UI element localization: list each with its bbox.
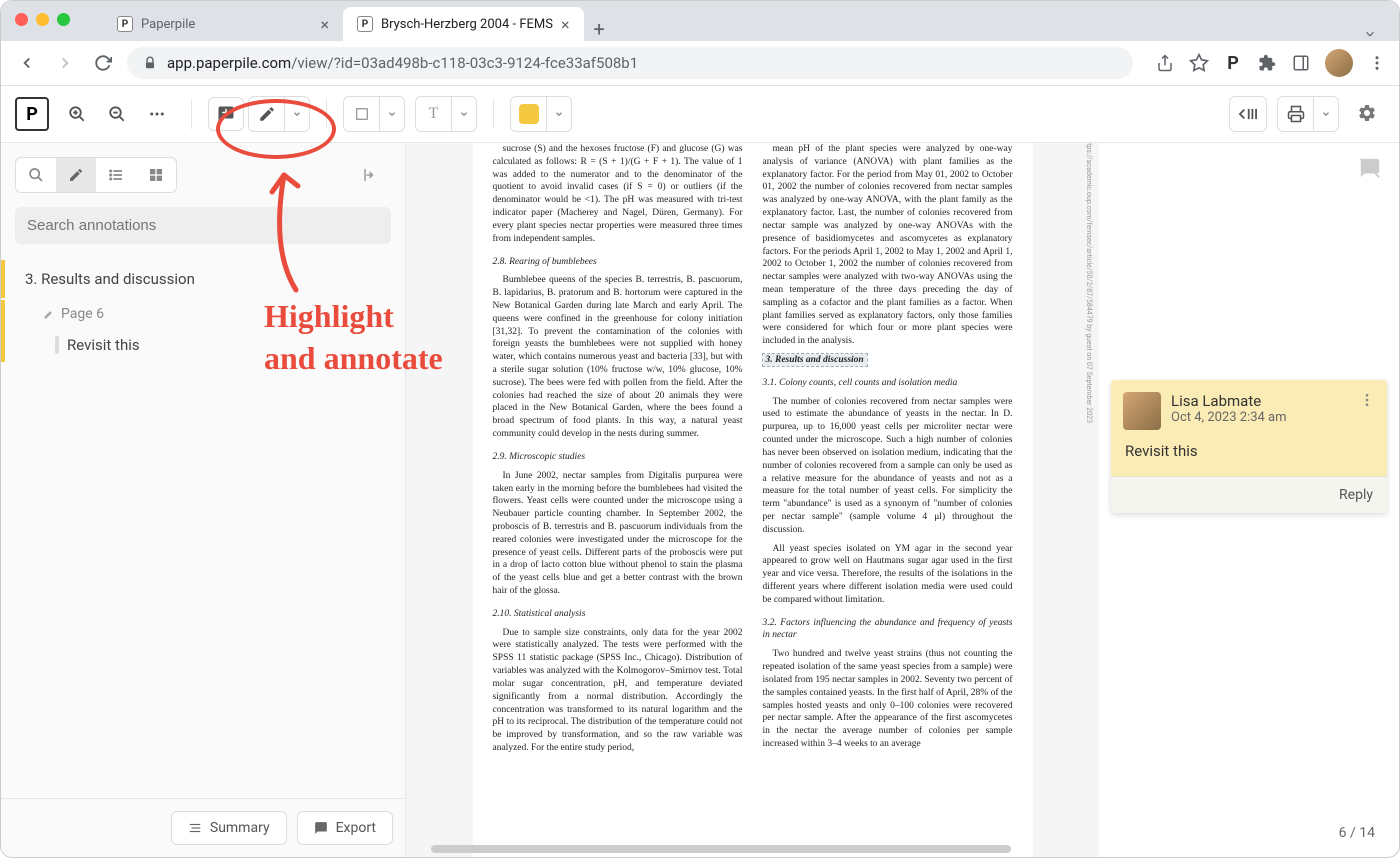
browser-nav-bar: app.paperpile.com/view/?id=03ad498b-c118… [1,41,1399,86]
shape-tool-button[interactable] [344,97,380,131]
annotation-page-label[interactable]: Page 6 [1,300,405,328]
browser-tab-document[interactable]: P Brysch-Herzberg 2004 - FEMS × [343,7,584,41]
comment-panel: Lisa Labmate Oct 4, 2023 2:34 am Revisit… [1099,143,1399,857]
annotation-color-bar [55,336,59,354]
pdf-viewer[interactable]: sucrose (S) and the hexoses fructose (F)… [406,143,1099,857]
browser-tabs-bar: P Paperpile × P Brysch-Herzberg 2004 - F… [1,1,1399,41]
text-tool-button[interactable]: T [416,97,452,131]
tab-title: Paperpile [141,17,195,32]
sidebar-annotations-tab[interactable] [56,158,96,192]
hide-comments-icon[interactable] [1359,157,1381,179]
annotation-item[interactable]: Revisit this [1,328,405,362]
side-panel-icon[interactable] [1291,53,1311,73]
app-logo[interactable]: P [15,97,49,131]
pdf-heading: 2.8. Rearing of bumblebees [493,256,743,269]
tab-favicon: P [357,16,373,32]
pdf-heading: 2.10. Statistical analysis [493,608,743,621]
print-dropdown[interactable] [1314,97,1338,131]
settings-button[interactable] [1349,96,1385,130]
comment-menu-icon[interactable] [1359,392,1375,408]
back-to-library-button[interactable] [1230,97,1266,131]
color-picker-button[interactable] [511,97,547,131]
highlighter-tool-button[interactable] [249,97,285,131]
tab-favicon: P [117,16,133,32]
summary-button[interactable]: Summary [171,811,287,845]
more-options-button[interactable] [139,97,175,131]
bookmark-star-icon[interactable] [1189,53,1209,73]
pdf-text: mean pH of the plant species were analyz… [763,143,1013,348]
pdf-page: sucrose (S) and the hexoses fructose (F)… [473,143,1033,857]
paperpile-extension-icon[interactable]: P [1223,53,1243,73]
annotation-section-header[interactable]: 3. Results and discussion [1,260,405,298]
pdf-heading: 2.9. Microscopic studies [493,451,743,464]
pdf-heading: 3.2. Factors influencing the abundance a… [763,617,1013,643]
sidebar-thumbnails-tab[interactable] [136,158,176,192]
sidebar-collapse-button[interactable] [351,158,391,192]
comment-avatar [1123,392,1161,430]
comment-author: Lisa Labmate [1171,392,1287,410]
horizontal-scrollbar[interactable] [421,845,1089,853]
summary-label: Summary [210,820,270,836]
pdf-heading: 3.1. Colony counts, cell counts and isol… [763,377,1013,390]
window-minimize[interactable] [36,13,49,26]
comment-body: Revisit this [1111,442,1387,476]
window-maximize[interactable] [57,13,70,26]
comment-date: Oct 4, 2023 2:34 am [1171,410,1287,425]
color-dropdown[interactable] [547,97,571,131]
pdf-watermark: Downloaded from https://academic.oup.com… [1085,143,1093,423]
highlighter-dropdown[interactable] [285,97,309,131]
pdf-text: Due to sample size constraints, only dat… [493,627,743,755]
url-bar[interactable]: app.paperpile.com/view/?id=03ad498b-c118… [127,47,1133,79]
print-button[interactable] [1278,97,1314,131]
pdf-text: In June 2002, nectar samples from Digita… [493,470,743,598]
pdf-text: Two hundred and twelve yeast strains (th… [763,648,1013,751]
page-label-text: Page 6 [61,306,104,322]
shape-dropdown[interactable] [380,97,404,131]
new-tab-button[interactable]: + [584,17,615,41]
browser-menu-icon[interactable] [1367,53,1387,73]
url-text: app.paperpile.com/view/?id=03ad498b-c118… [167,54,638,72]
text-dropdown[interactable] [452,97,476,131]
pdf-text: sucrose (S) and the hexoses fructose (F)… [493,143,743,246]
comment-card[interactable]: Lisa Labmate Oct 4, 2023 2:34 am Revisit… [1111,380,1387,513]
page-counter: 6 / 14 [1339,825,1375,841]
nav-forward-button[interactable] [51,49,79,77]
profile-avatar[interactable] [1325,49,1353,77]
annotation-item-text: Revisit this [67,336,140,354]
annotations-sidebar: 3. Results and discussion Page 6 Revisit… [1,143,406,857]
tab-title: Brysch-Herzberg 2004 - FEMS [381,17,553,32]
sidebar-outline-tab[interactable] [96,158,136,192]
share-icon[interactable] [1155,53,1175,73]
sidebar-search-tab[interactable] [16,158,56,192]
zoom-out-button[interactable] [99,97,135,131]
nav-back-button[interactable] [13,49,41,77]
export-label: Export [336,820,376,836]
pdf-text: Bumblebee queens of the species B. terre… [493,274,743,441]
app-toolbar: P [1,86,1399,143]
zoom-in-button[interactable] [59,97,95,131]
export-button[interactable]: Export [297,811,393,845]
comment-tool-button[interactable] [208,97,244,131]
comment-reply-button[interactable]: Reply [1111,476,1387,513]
search-annotations-input[interactable] [15,207,391,244]
pdf-text: The number of colonies recovered from ne… [763,396,1013,537]
pdf-text: All yeast species isolated on YM agar in… [763,543,1013,607]
tab-close-icon[interactable]: × [561,15,570,34]
lock-icon [143,56,157,70]
window-close[interactable] [15,13,28,26]
pdf-highlighted-heading[interactable]: 3. Results and discussion [763,354,867,366]
extensions-icon[interactable] [1257,53,1277,73]
tab-close-icon[interactable]: × [320,15,329,34]
browser-tab-paperpile[interactable]: P Paperpile × [103,7,343,41]
tab-overflow-icon[interactable] [1353,27,1387,41]
nav-reload-button[interactable] [89,49,117,77]
